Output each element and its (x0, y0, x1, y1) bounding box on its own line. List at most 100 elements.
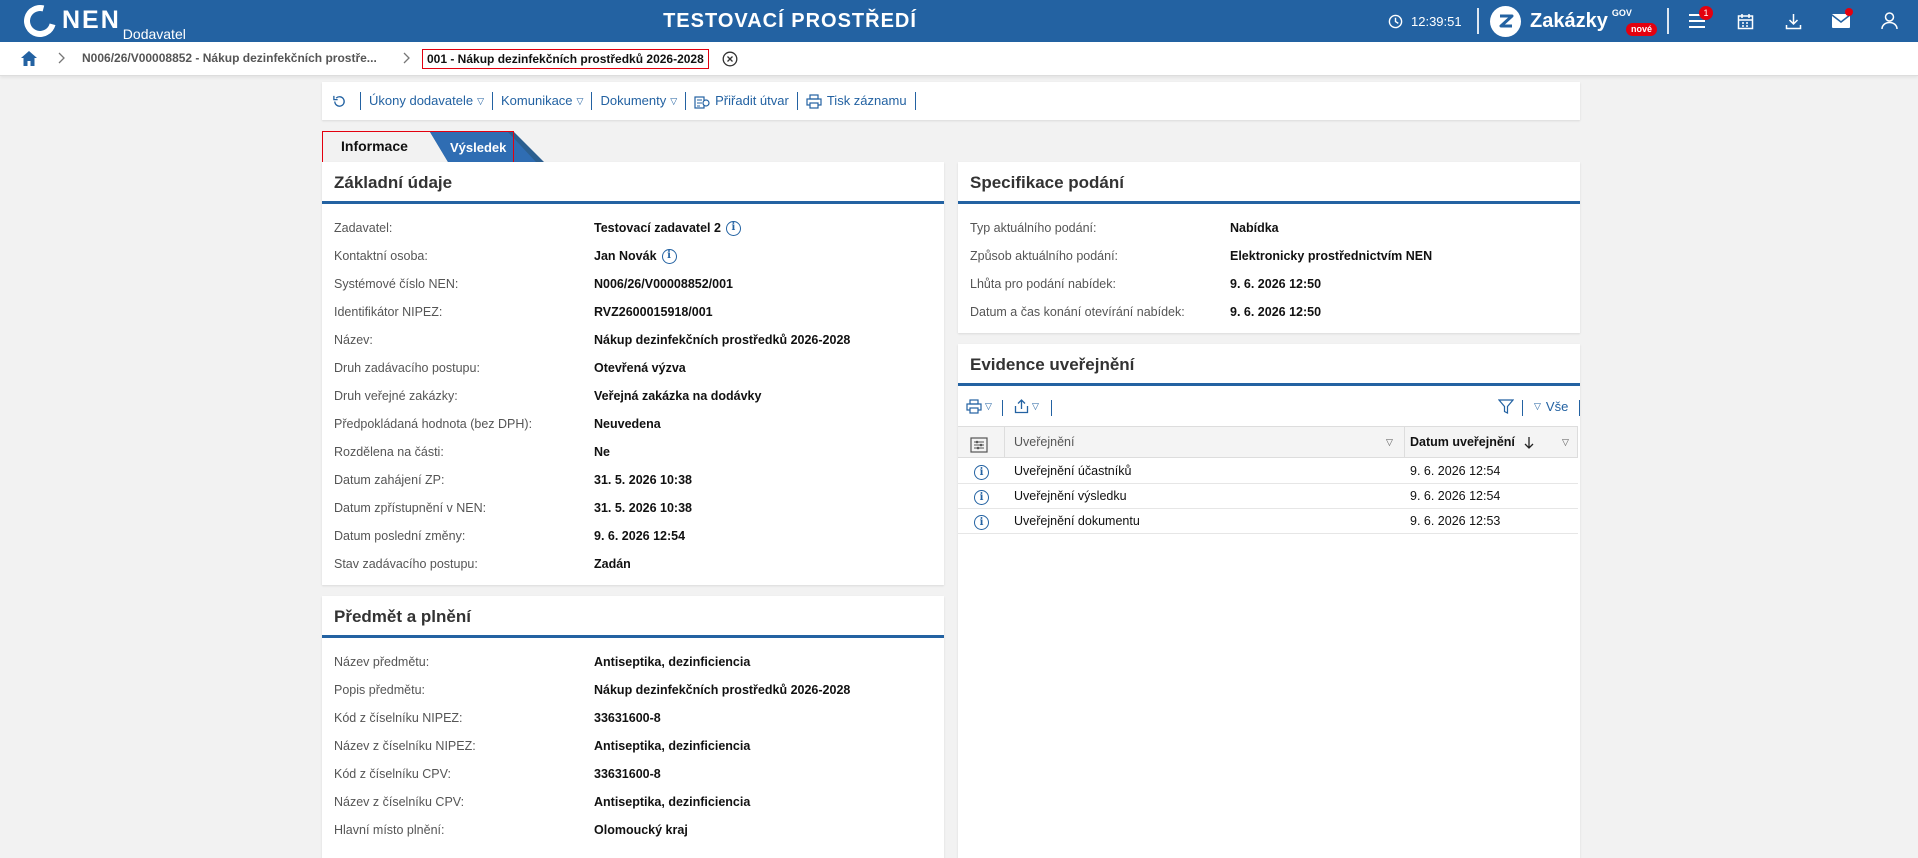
print-record-button[interactable]: Tisk záznamu (798, 92, 916, 110)
row-value: Antiseptika, dezinficiencia (594, 795, 751, 809)
row-value: 31. 5. 2026 10:38 (594, 501, 692, 515)
row-label: Název: (334, 333, 373, 347)
breadcrumb-item-procedure[interactable]: N006/26/V00008852 - Nákup dezinfekčních … (82, 51, 377, 65)
calendar-button[interactable] (1733, 9, 1757, 33)
info-icon[interactable]: i (974, 513, 989, 530)
action-toolbar: Úkony dodavatele ▽ Komunikace ▽ Dokumenty ▽… (322, 82, 1580, 120)
supplier-actions-label: Úkony dodavatele (369, 93, 474, 108)
table-row[interactable]: i Uveřejnění účastníků 9. 6. 2026 12:54 (958, 459, 1578, 484)
column-filter-caret-icon[interactable]: ▽ (1562, 427, 1569, 457)
info-row: Datum poslední změny: 9. 6. 2026 12:54 (334, 526, 934, 546)
info-icon[interactable]: i (725, 220, 741, 236)
contact-person-value: Jan Novák (594, 249, 657, 263)
table-row[interactable]: i Uveřejnění dokumentu 9. 6. 2026 12:53 (958, 509, 1578, 534)
top-header: NEN Dodavatel TESTOVACÍ PROSTŘEDÍ 12:39:… (0, 0, 1918, 43)
download-button[interactable] (1781, 9, 1805, 33)
documents-label: Dokumenty (600, 93, 667, 108)
row-label: Kód z číselníku NIPEZ: (334, 711, 463, 725)
menu-button[interactable]: 1 (1685, 6, 1713, 33)
row-label: Popis předmětu: (334, 683, 426, 697)
row-label: Rozdělena na části: (334, 445, 444, 459)
row-label: Systémové číslo NEN: (334, 277, 459, 291)
info-row: Název z číselníku NIPEZ: Antiseptika, dez… (334, 736, 934, 756)
supplier-actions-menu[interactable]: Úkony dodavatele ▽ (361, 92, 493, 110)
toolbar-divider (1579, 400, 1580, 416)
info-row: Kód z číselníku NIPEZ: 33631600-8 (334, 708, 934, 728)
info-icon[interactable]: i (974, 463, 989, 480)
column-header-date[interactable]: Datum uveřejnění (1410, 427, 1535, 457)
column-filter-caret-icon[interactable]: ▽ (1386, 427, 1393, 457)
row-value: Neuvedena (594, 417, 661, 431)
assign-unit-button[interactable]: Přiřadit útvar (686, 92, 798, 110)
home-link[interactable] (20, 50, 38, 70)
column-settings-button[interactable] (970, 434, 988, 453)
zakazky-logo-icon (1490, 5, 1521, 37)
row-value: Olomoucký kraj (594, 823, 688, 837)
row-value: 33631600-8 (594, 767, 661, 781)
user-button[interactable] (1877, 9, 1901, 33)
header-divider (1477, 8, 1479, 34)
publication-records-panel: Evidence uveřejnění ▽ ▽ ▽ Vše Uveřejnění… (958, 344, 1580, 858)
info-row: Datum zpřístupnění v NEN: 31. 5. 2026 10:… (334, 498, 934, 518)
row-label: Identifikátor NIPEZ: (334, 305, 443, 319)
subject-panel: Předmět a plnění Název předmětu: Antisept… (322, 596, 944, 858)
submission-spec-title: Specifikace podání (958, 162, 1580, 204)
info-row: Předpokládaná hodnota (bez DPH): Neuveden… (334, 414, 934, 434)
publication-date: 9. 6. 2026 12:54 (1410, 489, 1501, 503)
publication-date: 9. 6. 2026 12:54 (1410, 464, 1501, 478)
column-divider (1004, 427, 1005, 457)
grid-export-button[interactable]: ▽ (1014, 399, 1039, 414)
clock-icon (1388, 14, 1403, 28)
info-row: Kontaktní osoba: Jan Novák i (334, 246, 934, 266)
messages-button[interactable] (1829, 8, 1853, 33)
info-icon[interactable]: i (661, 248, 677, 264)
documents-menu[interactable]: Dokumenty ▽ (592, 92, 687, 110)
row-value: Nabídka (1230, 221, 1279, 235)
info-row: Stav zadávacího postupu: Zadán (334, 554, 934, 574)
info-row: Identifikátor NIPEZ: RVZ2600015918/001 (334, 302, 934, 322)
row-label: Datum a čas konání otevírání nabídek: (970, 305, 1185, 319)
info-row: Druh veřejné zakázky: Veřejná zakázka na … (334, 386, 934, 406)
tab-result[interactable]: Výsledek (430, 132, 544, 162)
breadcrumb-current: 001 - Nákup dezinfekčních prostředků 202… (422, 49, 709, 69)
info-row: Hlavní místo plnění: Olomoucký kraj (334, 820, 934, 840)
chevron-right-icon (58, 52, 65, 64)
assign-unit-icon (694, 95, 710, 109)
column-header-date-label: Datum uveřejnění (1410, 435, 1515, 449)
caret-down-icon: ▽ (576, 96, 584, 106)
caret-down-icon: ▽ (1534, 401, 1541, 411)
row-value: Veřejná zakázka na dodávky (594, 389, 762, 403)
info-row: Druh zadávacího postupu: Otevřená výzva (334, 358, 934, 378)
grid-filter-all-dropdown[interactable]: ▽ Vše (1534, 399, 1568, 414)
grid-header: Uveřejnění ▽ Datum uveřejnění ▽ (958, 426, 1578, 458)
row-label: Název z číselníku NIPEZ: (334, 739, 476, 753)
info-row: Zadavatel: Testovací zadavatel 2 i (334, 218, 934, 238)
table-row[interactable]: i Uveřejnění výsledku 9. 6. 2026 12:54 (958, 484, 1578, 509)
calendar-icon (1737, 13, 1753, 29)
publication-name: Uveřejnění účastníků (1014, 464, 1132, 478)
grid-filter-button[interactable] (1498, 399, 1514, 414)
brand-gov: GOV (1611, 8, 1632, 18)
row-value: Antiseptika, dezinficiencia (594, 739, 751, 753)
info-row: Lhůta pro podání nabídek: 9. 6. 2026 12:5… (970, 274, 1570, 294)
row-label: Lhůta pro podání nabídek: (970, 277, 1116, 291)
download-icon (1785, 13, 1801, 29)
row-label: Typ aktuálního podání: (970, 221, 1097, 235)
communication-menu[interactable]: Komunikace ▽ (493, 92, 593, 110)
publication-date: 9. 6. 2026 12:53 (1410, 514, 1501, 528)
row-value: Zadán (594, 557, 631, 571)
column-header-publication[interactable]: Uveřejnění (1014, 427, 1074, 457)
close-breadcrumb-button[interactable] (722, 51, 738, 70)
printer-icon (806, 93, 822, 109)
row-value: Antiseptika, dezinficiencia (594, 655, 751, 669)
close-circle-icon (722, 51, 738, 67)
zakazky-gov-link[interactable]: Zakázky GOV nové (1490, 4, 1658, 38)
grid-print-button[interactable]: ▽ (966, 399, 992, 414)
publication-name: Uveřejnění dokumentu (1014, 514, 1140, 528)
row-value: Elektronicky prostřednictvím NEN (1230, 249, 1433, 263)
refresh-button[interactable] (330, 92, 361, 110)
row-value: Nákup dezinfekčních prostředků 2026-2028 (594, 333, 851, 347)
clock-time: 12:39:51 (1411, 13, 1462, 29)
info-icon[interactable]: i (974, 488, 989, 505)
tab-information-label: Informace (341, 138, 408, 154)
